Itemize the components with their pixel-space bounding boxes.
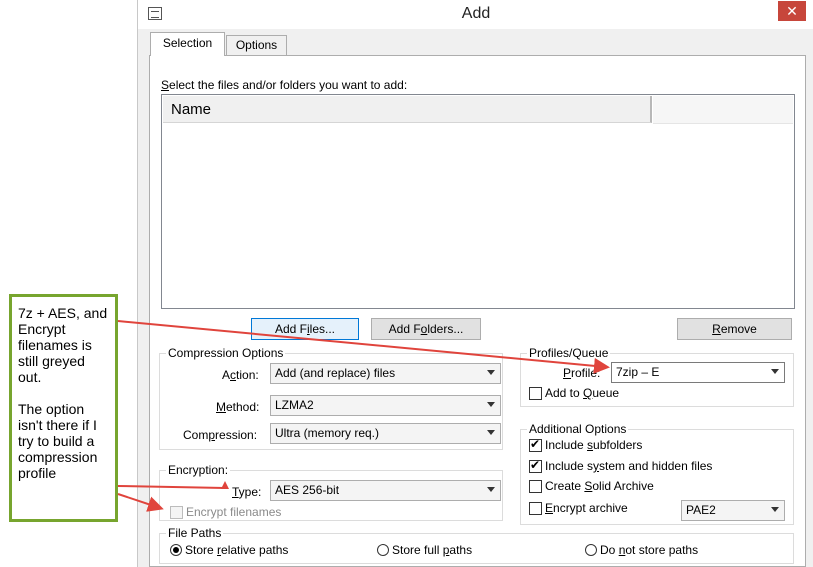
annotation-paragraph-2: The option isn't there if I try to build… xyxy=(18,401,98,481)
include-subfolders-label: Include subfolders xyxy=(545,438,643,452)
chevron-down-icon xyxy=(487,487,495,492)
window-title: Add xyxy=(461,5,491,22)
include-system-hidden-label: Include system and hidden files xyxy=(545,459,713,473)
do-not-store-paths-label: Do not store paths xyxy=(600,543,699,557)
store-relative-paths-radio[interactable] xyxy=(170,544,182,556)
encrypt-filenames-label: Encrypt filenames xyxy=(186,505,282,519)
tab-selection[interactable]: Selection xyxy=(150,32,225,56)
store-full-paths-label: Store full paths xyxy=(392,543,473,557)
annotation-paragraph-1: 7z + AES, and Encrypt filenames is still… xyxy=(18,305,108,385)
column-header-name[interactable]: Name xyxy=(163,96,652,123)
add-files-button[interactable]: Add Files... xyxy=(251,318,359,340)
store-full-paths-radio[interactable] xyxy=(377,544,389,556)
profiles-queue-group: Profiles/Queue Profile: 7zip – E Add to … xyxy=(520,346,794,407)
title-bar[interactable]: Add ✕ xyxy=(138,0,813,29)
encryption-group: Encryption: Type: AES 256-bit Encrypt fi… xyxy=(159,463,503,521)
encrypt-archive-label: Encrypt archive xyxy=(545,501,628,515)
file-list[interactable]: Name xyxy=(161,94,795,309)
column-header-empty xyxy=(653,96,793,124)
selection-tab-panel: Select the files and/or folders you want… xyxy=(149,55,806,567)
encrypt-archive-checkbox[interactable] xyxy=(529,502,542,515)
create-solid-archive-checkbox[interactable] xyxy=(529,480,542,493)
additional-options-group: Additional Options Include subfolders In… xyxy=(520,422,794,525)
compression-options-group: Compression Options Action: Add (and rep… xyxy=(159,346,503,450)
tab-options[interactable]: Options xyxy=(226,35,287,56)
encrypt-filenames-checkbox[interactable] xyxy=(170,506,183,519)
file-paths-title: File Paths xyxy=(166,526,224,540)
annotation-callout: 7z + AES, and Encrypt filenames is still… xyxy=(9,294,118,522)
method-select[interactable]: LZMA2 xyxy=(270,395,501,416)
chevron-down-icon xyxy=(771,507,779,512)
additional-options-title: Additional Options xyxy=(527,422,629,436)
action-label: Action: xyxy=(222,368,259,382)
encryption-method-select[interactable]: PAE2 xyxy=(681,500,785,521)
selection-prompt: Select the files and/or folders you want… xyxy=(161,78,408,92)
chevron-down-icon xyxy=(771,369,779,374)
compression-select[interactable]: Ultra (memory req.) xyxy=(270,423,501,444)
profiles-queue-title: Profiles/Queue xyxy=(527,346,611,360)
close-button[interactable]: ✕ xyxy=(778,1,806,21)
chevron-down-icon xyxy=(487,370,495,375)
action-select[interactable]: Add (and replace) files xyxy=(270,363,501,384)
compression-label: Compression: xyxy=(183,428,258,442)
encryption-title: Encryption: xyxy=(166,463,231,477)
include-system-hidden-checkbox[interactable] xyxy=(529,458,542,473)
compression-options-title: Compression Options xyxy=(166,346,286,360)
add-to-queue-checkbox[interactable] xyxy=(529,387,542,400)
store-relative-paths-label: Store relative paths xyxy=(185,543,289,557)
method-label: Method: xyxy=(216,400,260,414)
add-dialog-window: Add ✕ Selection Options Select the files… xyxy=(137,0,813,567)
profile-select[interactable]: 7zip – E xyxy=(611,362,785,383)
file-paths-group: File Paths Store relative paths Store fu… xyxy=(159,526,794,564)
add-folders-button[interactable]: Add Folders... xyxy=(371,318,481,340)
type-label: Type: xyxy=(232,485,262,499)
include-subfolders-checkbox[interactable] xyxy=(529,437,542,452)
chevron-down-icon xyxy=(487,430,495,435)
chevron-down-icon xyxy=(487,402,495,407)
add-to-queue-label: Add to Queue xyxy=(545,386,620,400)
remove-button[interactable]: Remove xyxy=(677,318,792,340)
encryption-type-select[interactable]: AES 256-bit xyxy=(270,480,501,501)
profile-label: Profile: xyxy=(563,366,601,380)
do-not-store-paths-radio[interactable] xyxy=(585,544,597,556)
create-solid-archive-label: Create Solid Archive xyxy=(545,479,654,493)
